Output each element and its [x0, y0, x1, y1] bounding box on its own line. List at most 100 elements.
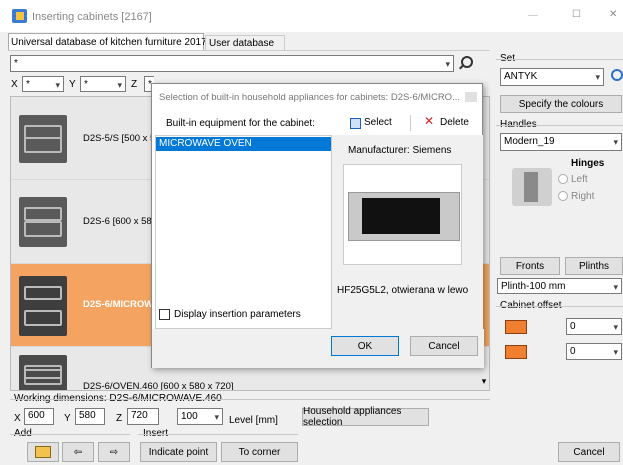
- offset2-value: 0: [570, 346, 576, 357]
- plinths-button[interactable]: Plinths: [565, 257, 623, 275]
- x-combo-value: *: [26, 79, 30, 90]
- insert-group: [138, 434, 298, 435]
- plinth-value: Plinth-100 mm: [501, 281, 566, 292]
- cabinet-icon: [35, 446, 51, 458]
- chevron-down-icon: ▾: [117, 80, 122, 90]
- level-value: 100: [181, 411, 198, 422]
- row-label: D2S-6/OVEN.460 [600 x 580 x 720]: [83, 381, 234, 391]
- select-icon: [350, 118, 361, 129]
- handles-group: [496, 125, 623, 126]
- width-field[interactable]: 600: [24, 408, 54, 425]
- y-label: Y: [69, 79, 76, 90]
- close-button[interactable]: ✕: [609, 9, 617, 20]
- window-title: Inserting cabinets [2167]: [32, 11, 152, 23]
- move-left-button[interactable]: ⇦: [62, 442, 94, 462]
- select-label: Select: [364, 117, 392, 128]
- hinge-right-label: Right: [571, 191, 595, 202]
- offset-group: [496, 306, 623, 307]
- chevron-down-icon: ▾: [595, 72, 600, 82]
- chevron-down-icon: ▾: [445, 59, 450, 69]
- chevron-down-icon: ▾: [613, 282, 618, 292]
- appliance-dialog: Selection of built-in household applianc…: [151, 83, 484, 368]
- fronts-button[interactable]: Fronts: [500, 257, 560, 275]
- equipment-list: MICROWAVE OVEN: [155, 135, 332, 329]
- offset-side-combo[interactable]: 0 ▾: [566, 318, 622, 335]
- hinge-left-radio[interactable]: [558, 174, 568, 184]
- preview-panel: Manufacturer: Siemens HF25G5L2, otwieran…: [332, 135, 483, 329]
- set-search-icon[interactable]: [609, 68, 623, 84]
- arrow-right-icon: ⇨: [109, 446, 119, 458]
- add-cabinet-button[interactable]: [27, 442, 59, 462]
- row-label: D2S-6 [600 x 58: [83, 216, 152, 227]
- filter-combo[interactable]: * ▾: [10, 55, 454, 72]
- move-right-button[interactable]: ⇨: [98, 442, 130, 462]
- to-corner-button[interactable]: To corner: [221, 442, 298, 462]
- specify-colours-button[interactable]: Specify the colours: [500, 95, 622, 113]
- height-field[interactable]: 720: [127, 408, 159, 425]
- filter-value: *: [14, 58, 18, 69]
- list-scrollbar[interactable]: ▾: [478, 372, 490, 390]
- cabinet-thumbnail: [19, 115, 67, 163]
- tab-separator: [8, 50, 490, 51]
- level-combo[interactable]: 100 ▾: [177, 408, 223, 425]
- offset-back-icon: [505, 345, 527, 359]
- hinge-left-label: Left: [571, 174, 588, 185]
- x-combo[interactable]: * ▾: [22, 76, 64, 92]
- cancel-button[interactable]: Cancel: [558, 442, 620, 462]
- y-combo-value: *: [84, 79, 88, 90]
- display-params-label: Display insertion parameters: [174, 309, 301, 320]
- select-button[interactable]: Select: [348, 115, 408, 131]
- search-icon[interactable]: [458, 55, 473, 70]
- cabinet-thumbnail: [19, 276, 67, 336]
- x-label: X: [11, 79, 18, 90]
- chevron-down-icon: ▾: [214, 412, 219, 422]
- offset-side-icon: [505, 320, 527, 334]
- delete-icon: ✕: [424, 114, 435, 128]
- hinge-right-radio[interactable]: [558, 191, 568, 201]
- offset-back-combo[interactable]: 0 ▾: [566, 343, 622, 360]
- dialog-close-button[interactable]: [465, 92, 477, 102]
- manufacturer-label: Manufacturer: Siemens: [348, 145, 452, 156]
- delete-label: Delete: [440, 117, 469, 128]
- dialog-title: Selection of built-in household applianc…: [159, 92, 460, 103]
- display-params-checkbox[interactable]: [159, 309, 170, 320]
- set-combo[interactable]: ANTYK ▾: [500, 68, 604, 86]
- chevron-down-icon: ▾: [613, 322, 618, 332]
- chevron-down-icon: ▾: [613, 137, 618, 147]
- builtin-label: Built-in equipment for the cabinet:: [166, 118, 315, 129]
- ok-button[interactable]: OK: [331, 336, 399, 356]
- hinges-label: Hinges: [571, 158, 605, 169]
- depth-field[interactable]: 580: [75, 408, 105, 425]
- z-label: Z: [131, 79, 138, 90]
- household-appliances-button[interactable]: Household appliances selection: [302, 406, 429, 428]
- maximize-button[interactable]: ☐: [572, 9, 581, 20]
- dialog-cancel-button[interactable]: Cancel: [410, 336, 478, 356]
- tab-user-database[interactable]: User database: [205, 35, 285, 50]
- chevron-down-icon: ▾: [613, 347, 618, 357]
- app-icon: [12, 9, 27, 23]
- y-combo[interactable]: * ▾: [80, 76, 126, 92]
- tab-universal-label: Universal database of kitchen furniture …: [11, 37, 207, 48]
- wz-label: Z: [116, 413, 123, 424]
- cabinet-thumbnail: [19, 355, 67, 390]
- tab-user-label: User database: [209, 38, 275, 49]
- level-label: Level [mm]: [229, 415, 278, 426]
- delete-button[interactable]: ✕ Delete: [422, 114, 480, 131]
- handles-value: Modern_19: [504, 136, 555, 147]
- chevron-down-icon: ▾: [55, 80, 60, 90]
- handles-combo[interactable]: Modern_19 ▾: [500, 133, 622, 151]
- set-group: [496, 59, 623, 60]
- toolbar-separator: [410, 115, 411, 131]
- row-label: D2S-6/MICROW: [83, 299, 154, 310]
- working-dimensions-group: [10, 399, 490, 400]
- wy-label: Y: [64, 413, 71, 424]
- row-label: D2S-5/S [500 x 5: [83, 133, 156, 144]
- tab-universal[interactable]: Universal database of kitchen furniture …: [8, 33, 207, 50]
- plinth-combo[interactable]: Plinth-100 mm ▾: [497, 278, 622, 294]
- cabinet-thumbnail: [19, 197, 67, 247]
- list-item-selected[interactable]: MICROWAVE OVEN: [156, 137, 331, 151]
- minimize-button[interactable]: —: [528, 10, 538, 21]
- wx-label: X: [14, 413, 21, 424]
- offset1-value: 0: [570, 321, 576, 332]
- indicate-point-button[interactable]: Indicate point: [140, 442, 217, 462]
